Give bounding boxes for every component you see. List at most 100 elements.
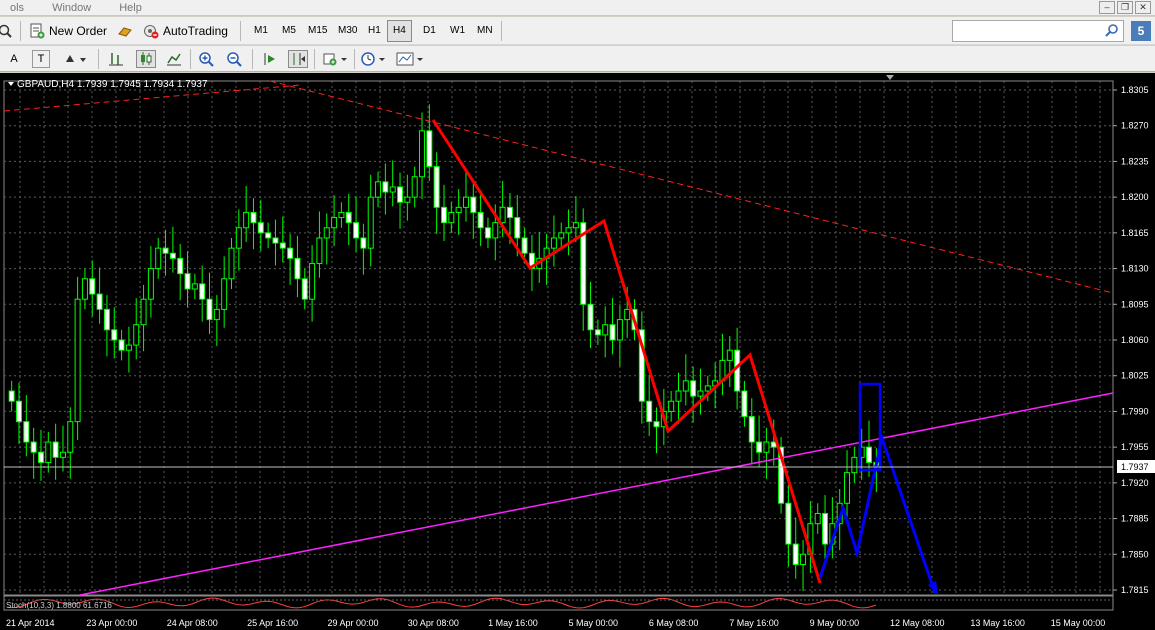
candle-bull bbox=[492, 222, 499, 239]
autotrading-button[interactable]: AutoTrading bbox=[140, 21, 231, 41]
auto-scroll-button[interactable] bbox=[260, 50, 280, 68]
line-chart-button[interactable] bbox=[164, 50, 184, 68]
zoom-out-button[interactable] bbox=[224, 50, 244, 68]
timeframe-d1[interactable]: D1 bbox=[417, 20, 442, 42]
indicators-icon bbox=[323, 53, 347, 66]
x-tick-label: 9 May 00:00 bbox=[810, 618, 860, 628]
new-order-button[interactable]: New Order bbox=[26, 21, 110, 41]
candle-bull bbox=[133, 324, 140, 346]
templates-dropdown-button[interactable] bbox=[394, 50, 426, 68]
candle-bull bbox=[448, 211, 455, 224]
candle-bear bbox=[441, 206, 447, 224]
shapes-dropdown-button[interactable] bbox=[62, 50, 90, 68]
candle-bull bbox=[814, 512, 821, 525]
menu-bar: ols Window Help – ❐ ✕ bbox=[0, 0, 1155, 16]
window-controls: – ❐ ✕ bbox=[1099, 1, 1151, 14]
chart-shift-icon bbox=[293, 53, 305, 65]
x-tick-label: 29 Apr 00:00 bbox=[327, 618, 378, 628]
candlestick-chart-button[interactable] bbox=[136, 50, 156, 68]
y-tick-label: 1.7990 bbox=[1121, 406, 1149, 416]
indicator-window bbox=[3, 595, 1114, 611]
y-tick-label: 1.8095 bbox=[1121, 299, 1149, 309]
zoom-in-button[interactable] bbox=[196, 50, 216, 68]
candle-bear bbox=[353, 222, 360, 239]
candle-bear bbox=[118, 339, 125, 351]
current-price-label: 1.7937 bbox=[1121, 462, 1149, 472]
candle-bull bbox=[704, 385, 711, 392]
close-icon[interactable]: ✕ bbox=[1135, 1, 1151, 14]
candle-bear bbox=[594, 329, 601, 336]
menu-window[interactable]: Window bbox=[42, 0, 101, 16]
timeframe-m5[interactable]: M5 bbox=[276, 20, 302, 42]
timeframe-m1[interactable]: M1 bbox=[248, 20, 274, 42]
y-tick-label: 1.8165 bbox=[1121, 228, 1149, 238]
search-input[interactable] bbox=[952, 20, 1124, 42]
candle-bear bbox=[287, 247, 294, 259]
menu-help[interactable]: Help bbox=[109, 0, 152, 16]
drawing-toolbar: A T bbox=[0, 46, 1155, 72]
candle-bear bbox=[37, 451, 44, 463]
candle-bear bbox=[169, 252, 176, 259]
label-tool-button[interactable]: T bbox=[32, 50, 50, 68]
minimize-icon[interactable]: – bbox=[1099, 1, 1115, 14]
candle-bull bbox=[228, 247, 235, 280]
symbol-quote: GBPAUD,H4 1.7939 1.7945 1.7934 1.7937 bbox=[17, 79, 208, 90]
chart-shift-button[interactable] bbox=[288, 50, 308, 68]
history-center-button[interactable] bbox=[114, 21, 136, 41]
x-tick-label: 13 May 16:00 bbox=[970, 618, 1025, 628]
candle-bull bbox=[844, 472, 851, 504]
y-tick-label: 1.7815 bbox=[1121, 585, 1149, 595]
y-tick-label: 1.8060 bbox=[1121, 335, 1149, 345]
line-chart-icon bbox=[167, 53, 181, 66]
x-tick-label: 30 Apr 08:00 bbox=[408, 618, 459, 628]
search-icon[interactable] bbox=[1104, 23, 1120, 39]
candle-bull bbox=[668, 400, 675, 412]
candle-bear bbox=[52, 441, 59, 458]
candle-bull bbox=[565, 227, 572, 234]
menu-tools[interactable]: ols bbox=[0, 0, 34, 16]
candle-bull bbox=[558, 232, 565, 239]
text-tool-button[interactable]: A bbox=[4, 50, 24, 68]
timeframe-h4[interactable]: H4 bbox=[387, 20, 412, 42]
candle-bear bbox=[470, 196, 477, 213]
candle-bear bbox=[426, 130, 433, 168]
candle-bull bbox=[624, 308, 631, 321]
x-tick-label: 7 May 16:00 bbox=[729, 618, 779, 628]
templates-icon bbox=[396, 52, 423, 66]
y-tick-label: 1.8130 bbox=[1121, 264, 1149, 274]
x-tick-label: 21 Apr 2014 bbox=[6, 618, 55, 628]
candle-bull bbox=[572, 222, 579, 229]
timeframe-m15[interactable]: M15 bbox=[302, 20, 333, 42]
periods-dropdown-button[interactable] bbox=[358, 50, 388, 68]
candle-bear bbox=[184, 273, 191, 290]
candle-bull bbox=[682, 380, 689, 392]
timeframe-h1[interactable]: H1 bbox=[362, 20, 387, 42]
candle-bull bbox=[411, 176, 418, 198]
notification-badge[interactable]: 5 bbox=[1131, 21, 1151, 41]
gold-bar-icon bbox=[118, 27, 132, 37]
candlestick-icon bbox=[141, 52, 152, 65]
x-tick-label: 25 Apr 16:00 bbox=[247, 618, 298, 628]
timeframe-mn[interactable]: MN bbox=[471, 20, 499, 42]
candle-bear bbox=[162, 247, 169, 254]
x-tick-label: 6 May 08:00 bbox=[649, 618, 699, 628]
timeframe-m30[interactable]: M30 bbox=[332, 20, 363, 42]
candle-bull bbox=[726, 349, 733, 361]
zoom-glass-button[interactable] bbox=[0, 21, 16, 41]
candle-bull bbox=[309, 262, 316, 300]
candle-bear bbox=[433, 166, 440, 208]
timeframe-w1[interactable]: W1 bbox=[444, 20, 471, 42]
indicators-dropdown-button[interactable] bbox=[320, 50, 350, 68]
price-chart[interactable]: 1.8305 1.8270 1.8235 1.8200 1.8165 1.8130 1.80… bbox=[0, 73, 1155, 630]
candle-bear bbox=[199, 283, 206, 300]
candle-bull bbox=[851, 456, 858, 474]
candle-bull bbox=[213, 308, 220, 321]
bar-chart-button[interactable] bbox=[106, 50, 126, 68]
candle-bull bbox=[800, 553, 807, 565]
chart-canvas[interactable]: 1.8305 1.8270 1.8235 1.8200 1.8165 1.8130 1.80… bbox=[0, 73, 1155, 630]
candle-bull bbox=[499, 206, 506, 224]
chart-title: GBPAUD,H4 1.7939 1.7945 1.7934 1.7937 bbox=[8, 79, 208, 90]
candle-bear bbox=[265, 232, 272, 239]
candle-bull bbox=[323, 227, 330, 239]
restore-icon[interactable]: ❐ bbox=[1117, 1, 1133, 14]
